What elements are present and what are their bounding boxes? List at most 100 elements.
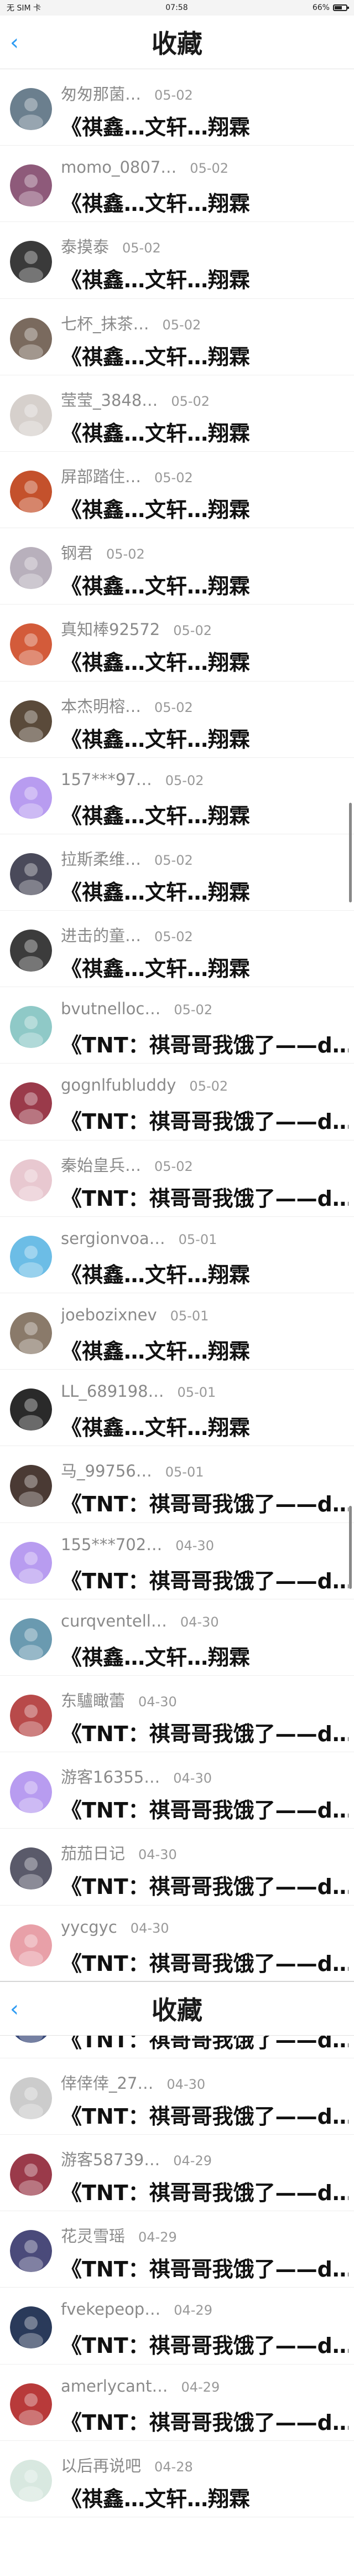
avatar[interactable] [10, 623, 52, 666]
item-title[interactable]: 《TNT：祺哥哥我饿了——d… [61, 1028, 348, 1059]
list-item[interactable]: 花灵雪瑶 04-29 《TNT：祺哥哥我饿了——d… [0, 2211, 354, 2288]
username[interactable]: curqventell… [61, 1612, 167, 1630]
username[interactable]: 七杯_抹茶… [61, 311, 149, 334]
username[interactable]: 东驢瞰蕾 [61, 1688, 125, 1711]
item-title[interactable]: 《TNT：祺哥哥我饿了——d… [61, 2252, 348, 2283]
list-item[interactable]: 七杯_抹茶… 05-02 《祺鑫…文轩…翔霖 [0, 299, 354, 375]
avatar[interactable] [10, 88, 52, 130]
avatar[interactable] [10, 2077, 52, 2119]
item-title[interactable]: 《TNT：祺哥哥我饿了——d… [61, 2099, 348, 2130]
avatar[interactable] [10, 547, 52, 590]
item-title[interactable]: 《TNT：祺哥哥我饿了——d… [61, 1181, 348, 1212]
username[interactable]: 本杰明榕… [61, 694, 141, 717]
username[interactable]: fvekepeop… [61, 2300, 160, 2319]
item-title[interactable]: 《祺鑫…文轩…翔霖 [61, 110, 250, 141]
username[interactable]: gognlfubluddy [61, 1076, 176, 1095]
username[interactable]: 屏部踏住… [61, 464, 141, 487]
item-title[interactable]: 《祺鑫…文轩…翔霖 [61, 1411, 250, 1441]
username[interactable]: 茄茄日记 [61, 1841, 125, 1864]
item-title[interactable]: 《TNT：祺哥哥我饿了——d… [61, 1564, 348, 1594]
item-title[interactable]: 《祺鑫…文轩…翔霖 [61, 263, 250, 293]
chevron-left-icon[interactable]: ‹ [10, 1996, 19, 2022]
list-item[interactable]: 155***702… 04-30 《TNT：祺哥哥我饿了——d… [0, 1523, 354, 1599]
avatar[interactable] [10, 2383, 52, 2425]
avatar[interactable] [10, 930, 52, 972]
list-item[interactable]: 秦始皇兵… 05-02 《TNT：祺哥哥我饿了——d… [0, 1140, 354, 1217]
item-title[interactable]: 《TNT：祺哥哥我饿了——d… [61, 1870, 348, 1900]
item-title[interactable]: 《TNT：祺哥哥我饿了——d… [61, 2176, 348, 2206]
list-item[interactable]: 157***97… 05-02 《祺鑫…文轩…翔霖 [0, 758, 354, 834]
username[interactable]: 莹莹_3848… [61, 388, 158, 411]
item-title[interactable]: 《祺鑫…文轩…翔霖 [61, 952, 250, 982]
list-item[interactable]: 马_99756… 05-01 《TNT：祺哥哥我饿了——d… [0, 1446, 354, 1523]
item-title[interactable]: 《TNT：祺哥哥我饿了——d… [61, 1104, 348, 1135]
avatar[interactable] [10, 394, 52, 436]
item-title[interactable]: 《祺鑫…文轩…翔霖 [61, 416, 250, 447]
item-title[interactable]: 《祺鑫…文轩…翔霖 [61, 875, 250, 906]
list-item[interactable]: momo_0807… 05-02 《祺鑫…文轩…翔霖 [0, 146, 354, 223]
username[interactable]: 马_99756… [61, 1458, 152, 1481]
avatar[interactable] [10, 241, 52, 283]
item-title[interactable]: 《TNT：祺哥哥我饿了——d… [61, 1793, 348, 1824]
avatar[interactable] [10, 1235, 52, 1278]
avatar[interactable] [10, 2230, 52, 2273]
username[interactable]: 游客58739… [61, 2147, 160, 2170]
list-item[interactable]: 泰摸泰 05-02 《祺鑫…文轩…翔霖 [0, 222, 354, 299]
item-title[interactable]: 《TNT：祺哥哥我饿了——d… [61, 1487, 348, 1517]
username[interactable]: 155***702… [61, 1535, 162, 1554]
avatar[interactable] [10, 1159, 52, 1201]
list-item[interactable]: 游客16355… 04-30 《TNT：祺哥哥我饿了——d… [0, 1752, 354, 1829]
item-title[interactable]: 《祺鑫…文轩…翔霖 [61, 569, 250, 600]
username[interactable]: amerlycant… [61, 2377, 168, 2396]
item-title[interactable]: 《TNT：祺哥哥我饿了——d… [61, 2329, 348, 2359]
avatar[interactable] [10, 317, 52, 360]
item-title[interactable]: 《祺鑫…文轩…翔霖 [61, 340, 250, 370]
username[interactable]: sergionvoa… [61, 1229, 165, 1248]
item-title[interactable]: 《祺鑫…文轩…翔霖 [61, 187, 250, 217]
username[interactable]: 倖倖倖_27… [61, 2071, 153, 2094]
item-title[interactable]: 《祺鑫…文轩…翔霖 [61, 1258, 250, 1288]
avatar[interactable] [10, 1618, 52, 1660]
avatar[interactable] [10, 1312, 52, 1354]
item-title[interactable]: 《祺鑫…文轩…翔霖 [61, 646, 250, 676]
avatar[interactable] [10, 1541, 52, 1584]
avatar[interactable] [10, 853, 52, 895]
list-item[interactable]: yycgyc 04-30 《TNT：祺哥哥我饿了——d… [0, 1906, 354, 1982]
username[interactable]: 秦始皇兵… [61, 1153, 141, 1176]
list-item[interactable]: 屏部踏住… 05-02 《祺鑫…文轩…翔霖 [0, 452, 354, 529]
list-item[interactable]: 拉斯柔维… 05-02 《祺鑫…文轩…翔霖 [0, 834, 354, 911]
avatar[interactable] [10, 2306, 52, 2349]
username[interactable]: 游客16355… [61, 1764, 160, 1788]
avatar[interactable] [10, 700, 52, 742]
username[interactable]: 真知棒92572 [61, 617, 160, 640]
avatar[interactable] [10, 2459, 52, 2502]
list-item[interactable]: sergionvoa… 05-01 《祺鑫…文轩…翔霖 [0, 1217, 354, 1293]
username[interactable]: LL_689198… [61, 1382, 164, 1401]
avatar[interactable] [10, 776, 52, 819]
item-title[interactable]: 《祺鑫…文轩…翔霖 [61, 1334, 250, 1365]
username[interactable]: 157***97… [61, 770, 152, 789]
list-item[interactable]: curqventell… 04-30 《祺鑫…文轩…翔霖 [0, 1599, 354, 1676]
list-item[interactable]: 本杰明榕… 05-02 《祺鑫…文轩…翔霖 [0, 682, 354, 758]
avatar[interactable] [10, 470, 52, 513]
username[interactable]: bvutnelloc… [61, 999, 160, 1018]
username[interactable]: 匆匆那菌… [61, 81, 141, 105]
avatar[interactable] [10, 1771, 52, 1814]
list-item[interactable]: LL_689198… 05-01 《祺鑫…文轩…翔霖 [0, 1370, 354, 1447]
list-item[interactable]: joebozixnev 05-01 《祺鑫…文轩…翔霖 [0, 1293, 354, 1370]
item-title[interactable]: 《TNT：祺哥哥我饿了——d… [61, 2405, 348, 2436]
username[interactable]: 拉斯柔维… [61, 846, 141, 870]
list-item[interactable]: 游客58739… 04-29 《TNT：祺哥哥我饿了——d… [0, 2135, 354, 2212]
username[interactable]: 钢君 [61, 540, 93, 564]
avatar[interactable] [10, 1924, 52, 1966]
list-item[interactable]: fvekepeop… 04-29 《TNT：祺哥哥我饿了——d… [0, 2288, 354, 2365]
item-title[interactable]: 《祺鑫…文轩…翔霖 [61, 799, 250, 829]
avatar[interactable] [10, 2154, 52, 2196]
username[interactable]: momo_0807… [61, 158, 176, 177]
list-item[interactable]: bvutnelloc… 05-02 《TNT：祺哥哥我饿了——d… [0, 987, 354, 1064]
list-item[interactable]: 倖倖倖_27… 04-30 《TNT：祺哥哥我饿了——d… [0, 2058, 354, 2135]
list-item[interactable]: 莹莹_3848… 05-02 《祺鑫…文轩…翔霖 [0, 375, 354, 452]
item-title[interactable]: 《祺鑫…文轩…翔霖 [61, 722, 250, 753]
item-title[interactable]: 《祺鑫…文轩…翔霖 [61, 2482, 250, 2512]
avatar[interactable] [10, 164, 52, 207]
